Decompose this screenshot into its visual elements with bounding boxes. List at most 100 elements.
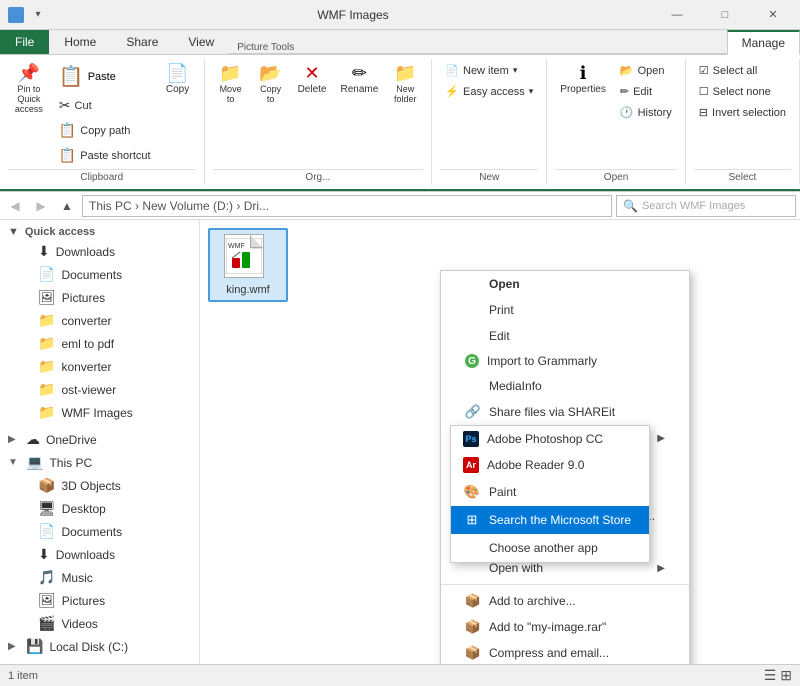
copy-path-icon: 📋 <box>59 122 76 139</box>
address-path[interactable]: This PC › New Volume (D:) › Dri... <box>82 195 612 217</box>
sidebar-item-videos[interactable]: 🎬 Videos <box>0 612 199 635</box>
submenu-choose-app[interactable]: Choose another app <box>451 534 649 562</box>
ctx-grammarly[interactable]: G Import to Grammarly <box>441 349 689 373</box>
sidebar-item-onedrive[interactable]: ▶ ☁ OneDrive <box>0 428 199 451</box>
new-folder-btn[interactable]: 📁 New folder <box>387 61 423 107</box>
quick-access-btn[interactable]: ▾ <box>28 5 48 25</box>
sidebar-item-3d-objects[interactable]: 📦 3D Objects <box>0 474 199 497</box>
local-disk-icon: 💾 <box>26 638 43 655</box>
ctx-mediainfo[interactable]: MediaInfo <box>441 373 689 399</box>
sidebar-item-music[interactable]: 🎵 Music <box>0 566 199 589</box>
ctx-compress-email[interactable]: 📦 Compress and email... <box>441 640 689 664</box>
tab-manage[interactable]: Manage <box>727 30 800 55</box>
submenu-acrobat[interactable]: Ar Adobe Reader 9.0 <box>451 452 649 478</box>
sidebar-item-this-pc[interactable]: ▼ 💻 This PC <box>0 451 199 474</box>
delete-icon: ✕ <box>304 64 319 82</box>
cut-btn[interactable]: ✂ Cut <box>54 94 156 117</box>
ctx-compress-email-icon: 📦 <box>465 645 481 661</box>
konverter-icon: 📁 <box>38 358 55 375</box>
sidebar-item-downloads-pc[interactable]: ⬇ Downloads <box>0 543 199 566</box>
sidebar-item-documents[interactable]: 📄 Documents <box>0 263 199 286</box>
content-area: WMF king.wmf Open Print Edit G Impo <box>200 220 800 664</box>
submenu-paint[interactable]: 🎨 Paint <box>451 478 649 506</box>
submenu-ms-store[interactable]: ⊞ Search the Microsoft Store <box>451 506 649 534</box>
invert-selection-btn[interactable]: ⊟ Invert selection <box>694 103 791 122</box>
close-btn[interactable]: ✕ <box>750 0 796 30</box>
forward-btn[interactable]: ▶ <box>30 195 52 217</box>
ctx-sep1 <box>441 584 689 585</box>
select-none-btn[interactable]: ☐ Select none <box>694 82 791 101</box>
paste-shortcut-btn[interactable]: 📋 Paste shortcut <box>54 144 156 167</box>
converter-icon: 📁 <box>38 312 55 329</box>
search-box[interactable]: 🔍 Search WMF Images <box>616 195 796 217</box>
minimize-btn[interactable]: — <box>654 0 700 30</box>
sidebar-item-documents-pc[interactable]: 📄 Documents <box>0 520 199 543</box>
sidebar-item-pictures[interactable]: 🖼 Pictures <box>0 286 199 309</box>
properties-btn[interactable]: ℹ Properties <box>555 61 611 98</box>
new-folder-icon: 📁 <box>394 64 416 82</box>
sidebar-item-downloads-quick[interactable]: ⬇ Downloads <box>0 240 199 263</box>
rename-btn[interactable]: ✏ Rename <box>335 61 383 98</box>
easy-access-icon: ⚡ <box>445 85 459 98</box>
sidebar-item-pictures-pc[interactable]: 🖼 Pictures <box>0 589 199 612</box>
select-items: ☑ Select all ☐ Select none ⊟ Invert sele… <box>694 61 791 167</box>
history-icon: 🕐 <box>620 106 634 119</box>
ctx-open[interactable]: Open <box>441 271 689 297</box>
tab-view[interactable]: View <box>173 30 229 54</box>
sidebar: ▼ Quick access ⬇ Downloads 📄 Documents 🖼… <box>0 220 200 664</box>
move-to-btn[interactable]: 📁 Move to <box>213 61 249 107</box>
ctx-mediainfo-icon <box>465 378 481 394</box>
acrobat-icon: Ar <box>463 457 479 473</box>
quick-access-header[interactable]: ▼ Quick access <box>0 220 199 240</box>
organize-items: 📁 Move to 📂 Copy to ✕ Delete ✏ Rename 📁 <box>213 61 424 167</box>
tab-home[interactable]: Home <box>49 30 111 54</box>
new-group: 📄 New item ▾ ⚡ Easy access ▾ New <box>432 59 547 185</box>
back-btn[interactable]: ◀ <box>4 195 26 217</box>
ctx-grammarly-icon: G <box>465 354 479 368</box>
paint-icon: 🎨 <box>463 483 481 501</box>
easy-access-arrow: ▾ <box>529 86 534 97</box>
documents-icon: 📄 <box>38 266 55 283</box>
easy-access-btn[interactable]: ⚡ Easy access ▾ <box>440 82 538 101</box>
ctx-add-rar[interactable]: 📦 Add to "my-image.rar" <box>441 614 689 640</box>
ctx-add-archive[interactable]: 📦 Add to archive... <box>441 588 689 614</box>
select-all-btn[interactable]: ☑ Select all <box>694 61 791 80</box>
list-view-btn[interactable]: ☰ <box>764 667 777 684</box>
wmf-file-icon: WMF <box>224 234 272 282</box>
file-item-king-wmf[interactable]: WMF king.wmf <box>208 228 288 302</box>
delete-btn[interactable]: ✕ Delete <box>293 61 332 98</box>
up-btn[interactable]: ▲ <box>56 195 78 217</box>
paste-btn[interactable]: 📋 Paste <box>54 61 156 92</box>
sidebar-item-desktop[interactable]: 🖥 Desktop <box>0 497 199 520</box>
open-btn[interactable]: 📂 Open <box>615 61 677 80</box>
status-bar: 1 item ☰ ⊞ <box>0 664 800 686</box>
ctx-print[interactable]: Print <box>441 297 689 323</box>
select-col: ☑ Select all ☐ Select none ⊟ Invert sele… <box>694 61 791 122</box>
ctx-rar-icon: 📦 <box>465 619 481 635</box>
copy-to-btn[interactable]: 📂 Copy to <box>253 61 289 107</box>
sidebar-item-eml-to-pdf[interactable]: 📁 eml to pdf <box>0 332 199 355</box>
sidebar-item-converter[interactable]: 📁 converter <box>0 309 199 332</box>
pictures-icon: 🖼 <box>38 289 56 306</box>
sidebar-item-wmf-images[interactable]: 📁 WMF Images <box>0 401 199 424</box>
new-item-btn[interactable]: 📄 New item ▾ <box>440 61 538 80</box>
tab-share[interactable]: Share <box>111 30 173 54</box>
ctx-shareit[interactable]: 🔗 Share files via SHAREit <box>441 399 689 425</box>
edit-btn[interactable]: ✏ Edit <box>615 82 677 101</box>
history-btn[interactable]: 🕐 History <box>615 103 677 122</box>
pin-quick-access-btn[interactable]: 📌 Pin to Quick access <box>8 61 50 117</box>
sidebar-item-konverter[interactable]: 📁 konverter <box>0 355 199 378</box>
ctx-edit[interactable]: Edit <box>441 323 689 349</box>
tab-file[interactable]: File <box>0 30 49 54</box>
downloads-icon: ⬇ <box>38 243 50 260</box>
ctx-edit-icon <box>465 328 481 344</box>
maximize-btn[interactable]: □ <box>702 0 748 30</box>
submenu-photoshop[interactable]: Ps Adobe Photoshop CC <box>451 426 649 452</box>
sidebar-item-local-disk[interactable]: ▶ 💾 Local Disk (C:) <box>0 635 199 658</box>
title-bar-left: ▾ <box>0 5 56 25</box>
grid-view-btn[interactable]: ⊞ <box>780 667 792 684</box>
wmf-images-icon: 📁 <box>38 404 55 421</box>
copy-btn[interactable]: 📄 Copy <box>160 61 196 98</box>
copy-path-btn[interactable]: 📋 Copy path <box>54 119 156 142</box>
sidebar-item-ost-viewer[interactable]: 📁 ost-viewer <box>0 378 199 401</box>
